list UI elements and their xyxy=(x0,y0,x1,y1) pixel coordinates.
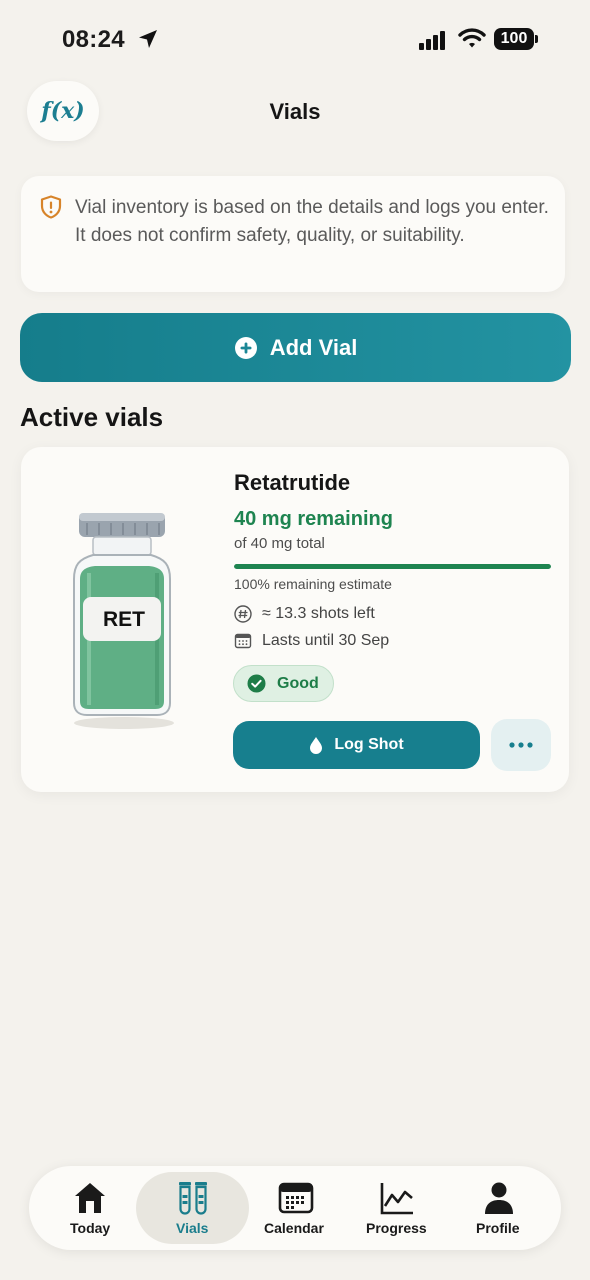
tab-today[interactable]: Today xyxy=(52,1166,128,1250)
disclaimer-text: Vial inventory is based on the details a… xyxy=(75,197,549,246)
tab-profile[interactable]: Profile xyxy=(464,1166,534,1250)
cellular-signal-icon xyxy=(419,31,445,50)
battery-indicator: 100 xyxy=(494,28,538,50)
ellipsis-icon xyxy=(509,742,533,748)
calendar-icon xyxy=(278,1182,314,1214)
tab-bar: Today Vials Calendar Progress Profile xyxy=(29,1166,561,1250)
tab-label-calendar: Calendar xyxy=(264,1220,324,1236)
log-shot-label: Log Shot xyxy=(334,736,404,753)
vial-remaining: 40 mg remaining xyxy=(234,508,393,530)
wifi-icon xyxy=(458,28,486,48)
drop-icon xyxy=(310,737,323,754)
lasts-until: Lasts until 30 Sep xyxy=(262,632,390,649)
tab-progress[interactable]: Progress xyxy=(359,1166,439,1250)
log-shot-button[interactable]: Log Shot xyxy=(233,721,480,769)
remaining-estimate: 100% remaining estimate xyxy=(234,576,392,592)
vial-name: Retatrutide xyxy=(234,470,351,495)
vials-icon xyxy=(179,1182,207,1215)
check-circle-icon xyxy=(247,674,266,693)
battery-level: 100 xyxy=(500,30,528,47)
tab-label-progress: Progress xyxy=(366,1220,427,1236)
calendar-small-icon xyxy=(234,633,252,649)
vials-screen: 08:24 100 f(x) Vials Vial inventory is b… xyxy=(0,0,590,1280)
disclaimer-card: Vial inventory is based on the details a… xyxy=(21,176,565,292)
add-vial-label: Add Vial xyxy=(269,334,358,360)
tab-vials[interactable]: Vials xyxy=(154,1166,232,1250)
shield-warning-icon xyxy=(40,195,62,219)
status-bar: 08:24 100 xyxy=(0,0,590,80)
status-badge: Good xyxy=(233,665,334,702)
vial-total: of 40 mg total xyxy=(234,535,325,552)
tab-label-vials: Vials xyxy=(176,1220,209,1236)
status-time: 08:24 xyxy=(62,26,125,53)
location-arrow-icon xyxy=(139,30,157,48)
status-label: Good xyxy=(277,674,319,692)
tab-calendar[interactable]: Calendar xyxy=(256,1166,336,1250)
plus-circle-icon xyxy=(234,336,257,359)
tab-label-profile: Profile xyxy=(476,1220,520,1236)
tab-label-today: Today xyxy=(70,1220,111,1236)
shots-left: ≈ 13.3 shots left xyxy=(262,605,375,622)
hash-icon xyxy=(234,605,252,623)
remaining-progress-bar xyxy=(234,564,551,569)
vial-card[interactable]: RET Retatrutide 40 mg remaining of 40 mg… xyxy=(21,447,569,792)
page-title: Vials xyxy=(269,99,321,124)
chart-icon xyxy=(380,1183,413,1215)
vial-label-code: RET xyxy=(103,608,145,631)
more-options-button[interactable] xyxy=(491,719,551,771)
add-vial-button[interactable]: Add Vial xyxy=(20,313,571,382)
lasts-until-row: Lasts until 30 Sep xyxy=(234,631,389,651)
person-icon xyxy=(485,1182,513,1214)
remaining-progress-fill xyxy=(234,564,551,569)
home-icon xyxy=(75,1183,105,1213)
section-title-active-vials: Active vials xyxy=(20,402,164,432)
shots-left-row: ≈ 13.3 shots left xyxy=(234,604,375,624)
